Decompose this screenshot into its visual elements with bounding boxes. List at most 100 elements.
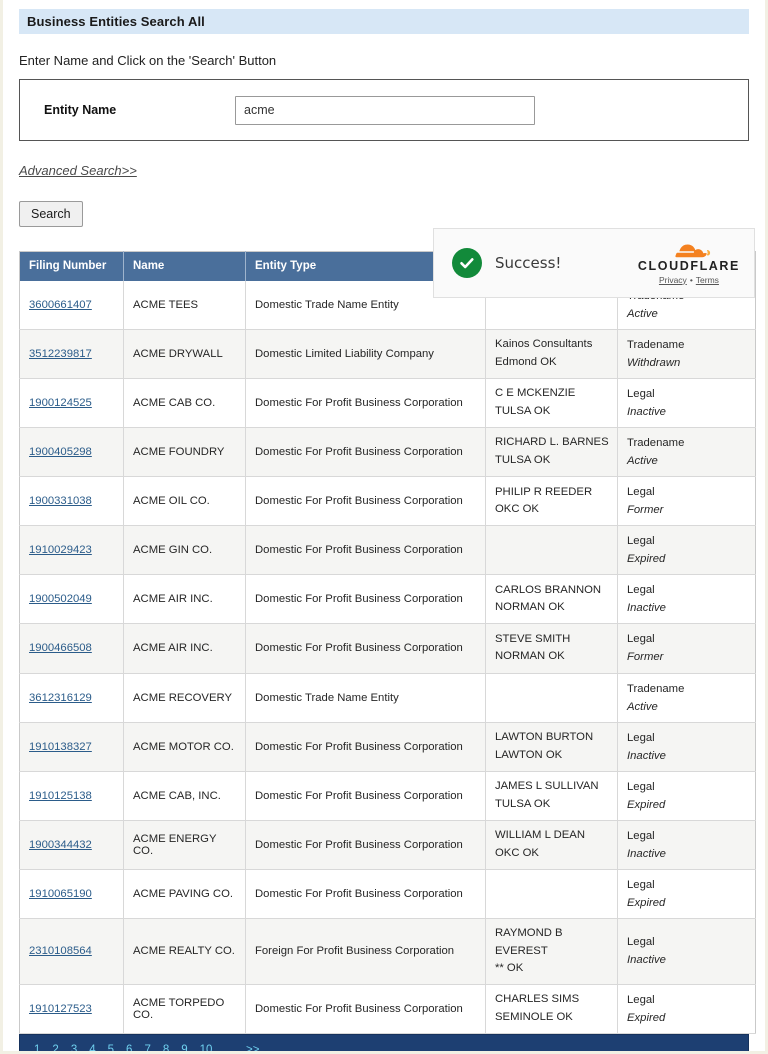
cell-entity-type: Domestic Trade Name Entity: [246, 673, 486, 722]
agent-name: PHILIP R REEDER: [495, 484, 611, 502]
cell-name-type-status: LegalInactive: [618, 575, 756, 624]
turnstile-success-text: Success!: [495, 254, 561, 272]
cell-entity-type: Domestic For Profit Business Corporation: [246, 575, 486, 624]
filing-number-link[interactable]: 3512239817: [29, 348, 92, 360]
cell-filing-number: 3612316129: [20, 673, 124, 722]
cell-filing-number: 3600661407: [20, 281, 124, 330]
table-row: 1900344432ACME ENERGY CO.Domestic For Pr…: [20, 820, 756, 869]
cell-filing-number: 1900124525: [20, 378, 124, 427]
filing-number-link[interactable]: 1910127523: [29, 1003, 92, 1015]
table-row: 1910065190ACME PAVING CO.Domestic For Pr…: [20, 870, 756, 919]
agent-location: NORMAN OK: [495, 648, 611, 666]
pagination-link-8[interactable]: 8: [163, 1044, 169, 1054]
status-badge: Inactive: [627, 599, 749, 617]
pagination-link-1[interactable]: 1: [34, 1044, 40, 1054]
filing-number-link[interactable]: 1900405298: [29, 446, 92, 458]
instruction-text: Enter Name and Click on the 'Search' But…: [19, 53, 749, 68]
name-type: Legal: [627, 876, 749, 894]
filing-number-link[interactable]: 1900124525: [29, 397, 92, 409]
cell-name-type-status: LegalInactive: [618, 722, 756, 771]
name-type: Legal: [627, 385, 749, 403]
filing-number-link[interactable]: 1900331038: [29, 495, 92, 507]
search-form: Entity Name: [19, 79, 749, 141]
status-badge: Expired: [627, 894, 749, 912]
turnstile-privacy-link[interactable]: Privacy: [659, 275, 687, 285]
cell-entity-type: Domestic For Profit Business Corporation: [246, 984, 486, 1033]
pagination-link-7[interactable]: 7: [144, 1044, 150, 1054]
success-check-icon: [452, 248, 482, 278]
cell-entity-name: ACME ENERGY CO.: [124, 820, 246, 869]
pagination-link-4[interactable]: 4: [89, 1044, 95, 1054]
pagination-link-9[interactable]: 9: [181, 1044, 187, 1054]
cell-filing-number: 1910125138: [20, 771, 124, 820]
name-type: Tradename: [627, 434, 749, 452]
status-badge: Former: [627, 501, 749, 519]
entity-name-input[interactable]: [235, 96, 535, 125]
filing-number-link[interactable]: 1910125138: [29, 790, 92, 802]
pagination-link-2[interactable]: 2: [52, 1044, 58, 1054]
cell-registered-agent: [486, 526, 618, 575]
cell-filing-number: 1910138327: [20, 722, 124, 771]
cell-entity-name: ACME TORPEDO CO.: [124, 984, 246, 1033]
cell-entity-type: Domestic For Profit Business Corporation: [246, 427, 486, 476]
pagination-link-6[interactable]: 6: [126, 1044, 132, 1054]
filing-number-link[interactable]: 1900502049: [29, 593, 92, 605]
cell-filing-number: 1900466508: [20, 624, 124, 673]
agent-location: SEMINOLE OK: [495, 1009, 611, 1027]
filing-number-link[interactable]: 3612316129: [29, 692, 92, 704]
cell-name-type-status: LegalFormer: [618, 624, 756, 673]
cell-filing-number: 1910065190: [20, 870, 124, 919]
name-type: Legal: [627, 532, 749, 550]
pagination-link-5[interactable]: 5: [108, 1044, 114, 1054]
agent-name: LAWTON BURTON: [495, 729, 611, 747]
status-badge: Withdrawn: [627, 354, 749, 372]
agent-location: LAWTON OK: [495, 747, 611, 765]
search-button[interactable]: Search: [19, 201, 83, 227]
cell-name-type-status: TradenameActive: [618, 673, 756, 722]
filing-number-link[interactable]: 3600661407: [29, 299, 92, 311]
filing-number-link[interactable]: 2310108564: [29, 945, 92, 957]
cloudflare-turnstile-widget[interactable]: Success! CLOUDFLARE Privacy•Terms: [433, 228, 755, 298]
advanced-search-link[interactable]: Advanced Search>>: [19, 163, 137, 178]
table-row: 1910127523 ACME TORPEDO CO.Domestic For P…: [20, 984, 756, 1033]
cell-filing-number: 1900502049: [20, 575, 124, 624]
agent-location: Edmond OK: [495, 354, 611, 372]
cell-entity-name: ACME TEES: [124, 281, 246, 330]
name-type: Tradename: [627, 336, 749, 354]
pagination-link-10[interactable]: 10: [200, 1044, 213, 1054]
pagination-link-[interactable]: ...: [224, 1044, 234, 1054]
cell-filing-number: 1900331038: [20, 477, 124, 526]
agent-name: WILLIAM L DEAN: [495, 827, 611, 845]
filing-number-link[interactable]: 1910029423: [29, 544, 92, 556]
pagination-link-3[interactable]: 3: [71, 1044, 77, 1054]
table-row: 1910138327ACME MOTOR CO.Domestic For Pro…: [20, 722, 756, 771]
filing-number-link[interactable]: 1910065190: [29, 888, 92, 900]
agent-location: TULSA OK: [495, 403, 611, 421]
cell-entity-type: Domestic For Profit Business Corporation: [246, 722, 486, 771]
pagination-link-[interactable]: >>: [246, 1044, 259, 1054]
turnstile-legal-links: Privacy•Terms: [638, 276, 740, 285]
cell-entity-name: ACME CAB CO.: [124, 378, 246, 427]
table-row: 2310108564 ACME REALTY CO.Foreign For Pro…: [20, 919, 756, 985]
status-badge: Inactive: [627, 403, 749, 421]
column-header-filing-number[interactable]: Filing Number: [20, 252, 124, 281]
cell-entity-name: ACME RECOVERY: [124, 673, 246, 722]
turnstile-terms-link[interactable]: Terms: [696, 275, 719, 285]
table-row: 1900405298 ACME FOUNDRYDomestic For Profi…: [20, 427, 756, 476]
table-row: 3512239817ACME DRYWALLDomestic Limited L…: [20, 329, 756, 378]
table-row: 1910029423ACME GIN CO.Domestic For Profi…: [20, 526, 756, 575]
agent-location: ** OK: [495, 960, 611, 978]
cell-entity-name: ACME REALTY CO.: [124, 919, 246, 985]
agent-location: TULSA OK: [495, 796, 611, 814]
table-row: 1900466508ACME AIR INC.Domestic For Prof…: [20, 624, 756, 673]
name-type: Tradename: [627, 680, 749, 698]
status-badge: Inactive: [627, 747, 749, 765]
cell-entity-name: ACME FOUNDRY: [124, 427, 246, 476]
column-header-name[interactable]: Name: [124, 252, 246, 281]
filing-number-link[interactable]: 1910138327: [29, 741, 92, 753]
filing-number-link[interactable]: 1900466508: [29, 642, 92, 654]
filing-number-link[interactable]: 1900344432: [29, 839, 92, 851]
cell-registered-agent: JAMES L SULLIVANTULSA OK: [486, 771, 618, 820]
advanced-search-row: Advanced Search>>: [19, 162, 749, 180]
cell-entity-type: Foreign For Profit Business Corporation: [246, 919, 486, 985]
